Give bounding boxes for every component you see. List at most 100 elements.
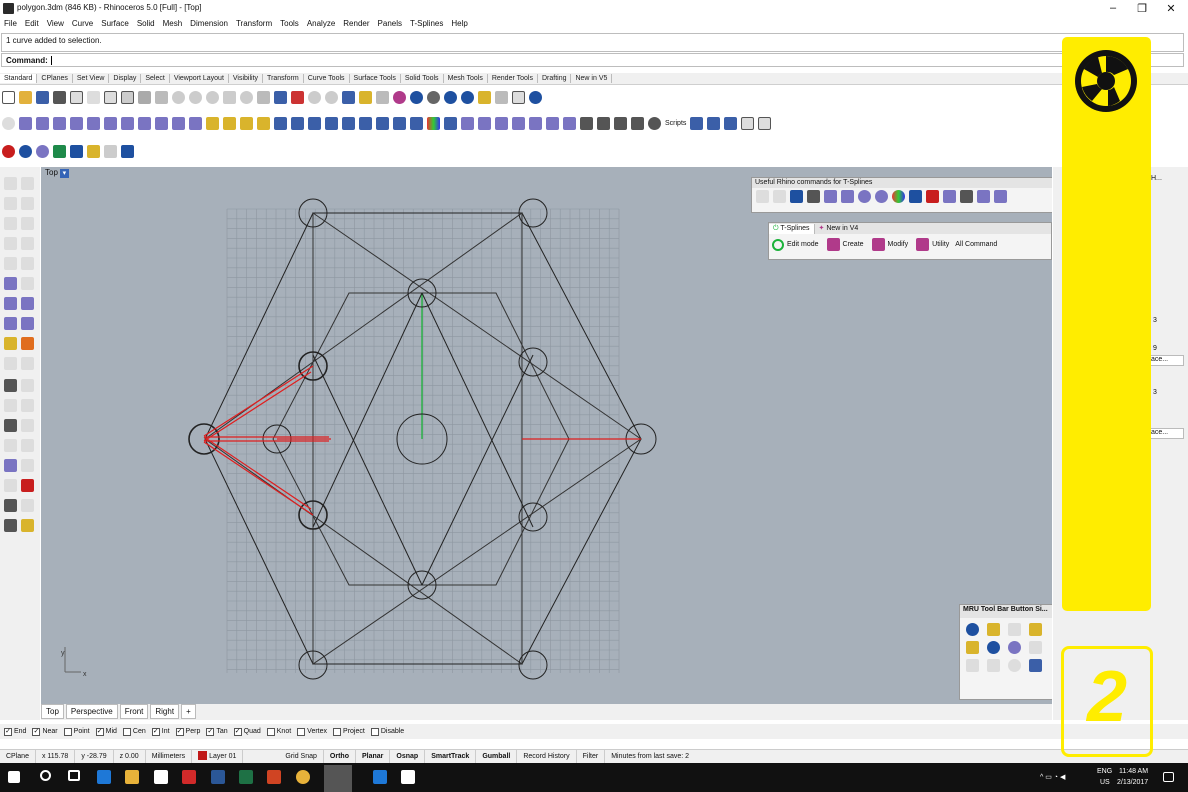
tray-icons[interactable]: ^ ▭ ◔ ◀ <box>1040 773 1065 781</box>
mru-j-icon[interactable] <box>987 659 1000 672</box>
render-tool-icon[interactable] <box>21 479 34 492</box>
t2-shield-icon[interactable] <box>758 116 772 130</box>
t2-color-icon[interactable] <box>427 116 440 130</box>
save-icon[interactable] <box>36 90 49 104</box>
rendered-view-icon[interactable] <box>444 90 457 104</box>
menu-mesh[interactable]: Mesh <box>159 17 187 28</box>
osnap-checkbox[interactable]: ✓ <box>206 727 215 736</box>
tab-select[interactable]: Select <box>141 74 170 83</box>
t2-surface-j-icon[interactable] <box>172 116 185 130</box>
t2-mesh-a-icon[interactable] <box>461 116 474 130</box>
maximize-button[interactable]: ❐ <box>1132 2 1152 15</box>
t2-script-c-icon[interactable] <box>724 116 738 130</box>
join-icon[interactable] <box>4 337 17 350</box>
modify-button[interactable]: Modify <box>888 241 909 248</box>
uc-a-icon[interactable] <box>756 190 769 203</box>
top-viewport[interactable]: Top ▾ y x Useful Rhino commands for T-Sp… <box>41 167 1052 704</box>
tray-language[interactable]: ENG <box>1097 768 1112 775</box>
utility-icon[interactable] <box>916 238 930 251</box>
store-icon[interactable] <box>154 770 168 784</box>
move-icon[interactable] <box>4 399 17 412</box>
osnap-icon[interactable] <box>325 90 338 104</box>
copy-icon[interactable] <box>104 90 117 104</box>
zoom-extents-icon[interactable] <box>223 90 236 104</box>
tab-display[interactable]: Display <box>109 74 142 83</box>
osnap-checkbox[interactable]: ✓ <box>4 727 12 736</box>
t2-edit-h-icon[interactable] <box>325 116 338 130</box>
extrude-icon[interactable] <box>4 317 17 330</box>
modify-icon[interactable] <box>871 238 885 251</box>
osnap-checkbox[interactable] <box>297 727 306 736</box>
uc-g-icon[interactable] <box>858 190 871 203</box>
tab-cplanes[interactable]: CPlanes <box>37 74 73 83</box>
t2-surface-d-icon[interactable] <box>70 116 83 130</box>
tab-perspective-view[interactable]: Perspective <box>65 704 118 719</box>
osnap-checkbox[interactable] <box>266 727 275 736</box>
grid-icon[interactable] <box>512 90 525 104</box>
t2-edit-f-icon[interactable] <box>291 116 304 130</box>
menu-dimension[interactable]: Dimension <box>186 17 232 28</box>
t2-mesh-g-icon[interactable] <box>563 116 576 130</box>
t2-curve-icon[interactable] <box>2 116 15 130</box>
t2-grid-f-icon[interactable] <box>444 116 457 130</box>
options-icon[interactable] <box>495 90 508 104</box>
t2-edit-e-icon[interactable] <box>274 116 287 130</box>
dimension-icon[interactable] <box>21 419 34 432</box>
array-icon[interactable] <box>4 439 17 452</box>
tray-region[interactable]: US <box>1100 779 1110 786</box>
uc-l-icon[interactable] <box>943 190 956 203</box>
select-arrow-icon[interactable] <box>4 177 17 190</box>
ortho-toggle[interactable]: Ortho <box>324 749 356 764</box>
blue-sphere-icon[interactable] <box>19 144 32 158</box>
polygon-icon[interactable] <box>4 237 17 250</box>
t2-mesh-e-icon[interactable] <box>529 116 542 130</box>
units-label[interactable]: Millimeters <box>146 749 193 764</box>
excel-icon[interactable] <box>239 770 253 784</box>
tab-render-tools[interactable]: Render Tools <box>488 74 538 83</box>
curve-icon[interactable] <box>21 197 34 210</box>
layer-icon[interactable] <box>342 90 355 104</box>
mru-c-icon[interactable] <box>1008 623 1021 636</box>
osnap-int[interactable]: ✓ Int <box>151 727 170 736</box>
tab-transform[interactable]: Transform <box>263 74 304 83</box>
t2-edit-g-icon[interactable] <box>308 116 321 130</box>
t2-surface-f-icon[interactable] <box>104 116 117 130</box>
zoom-window-icon[interactable] <box>206 90 219 104</box>
copy-tool-icon[interactable] <box>21 399 34 412</box>
all-command-button[interactable]: All Command <box>955 241 997 248</box>
menu-analyze[interactable]: Analyze <box>303 17 339 28</box>
mru-f-icon[interactable] <box>987 641 1000 654</box>
osnap-checkbox[interactable]: ✓ <box>175 727 184 736</box>
mru-l-icon[interactable] <box>1029 659 1042 672</box>
mru-g-icon[interactable] <box>1008 641 1021 654</box>
t2-surface-a-icon[interactable] <box>19 116 32 130</box>
osnap-vertex[interactable]: Vertex <box>297 727 327 736</box>
panel-button-b[interactable]: ace... <box>1148 428 1184 439</box>
cut-icon[interactable] <box>87 90 100 104</box>
t2-surface-b-icon[interactable] <box>36 116 49 130</box>
uc-i-icon[interactable] <box>892 190 905 203</box>
powerpoint-icon[interactable] <box>267 770 281 784</box>
grid-snap-toggle[interactable]: Grid Snap <box>279 749 324 764</box>
osnap-near[interactable]: ✓ Near <box>32 727 58 736</box>
print-icon[interactable] <box>53 90 66 104</box>
chrome-icon[interactable] <box>296 770 310 784</box>
osnap-perp[interactable]: ✓ Perp <box>175 727 200 736</box>
undo-icon[interactable] <box>138 90 151 104</box>
mesh-icon[interactable] <box>4 459 17 472</box>
t2-mesh-f-icon[interactable] <box>546 116 559 130</box>
windows-start-icon[interactable] <box>8 771 20 783</box>
red-sphere-icon[interactable] <box>2 144 15 158</box>
t2-edit-c-icon[interactable] <box>240 116 253 130</box>
pan-icon[interactable] <box>155 90 168 104</box>
planar-toggle[interactable]: Planar <box>356 749 391 764</box>
word-icon[interactable] <box>211 770 225 784</box>
photos-icon[interactable] <box>401 770 415 784</box>
utility-button[interactable]: Utility <box>932 241 949 248</box>
osnap-checkbox[interactable]: ✓ <box>151 727 160 736</box>
menu-tools[interactable]: Tools <box>276 17 303 28</box>
undo-view-icon[interactable] <box>257 90 270 104</box>
select-icon[interactable] <box>308 90 321 104</box>
light-icon[interactable] <box>359 90 372 104</box>
mru-i-icon[interactable] <box>966 659 979 672</box>
